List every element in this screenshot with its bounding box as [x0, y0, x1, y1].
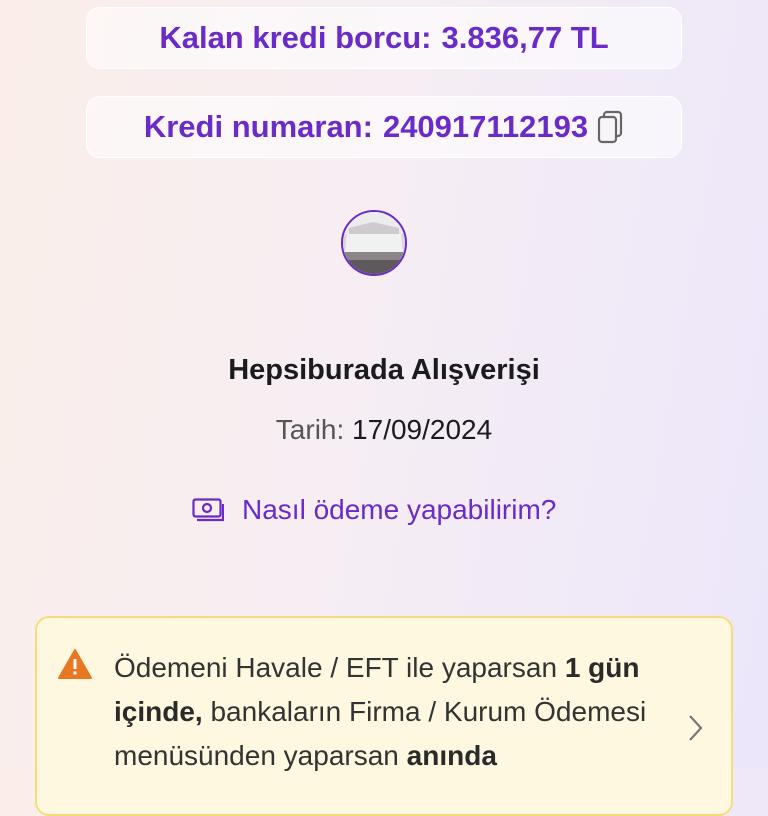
date-label: Tarih: — [275, 414, 345, 445]
remaining-balance-label: Kalan kredi borcu: — [159, 20, 432, 55]
warning-text: Ödemeni Havale / EFT ile yaparsan 1 gün … — [114, 652, 647, 771]
loan-number-value: 240917112193 — [382, 109, 589, 144]
how-to-pay-label: Nasıl ödeme yapabilirim? — [242, 494, 557, 525]
chevron-right-icon[interactable] — [687, 712, 705, 749]
loan-number-pill[interactable]: Kredi numaran: 240917112193 — [86, 96, 682, 158]
copy-icon[interactable] — [596, 110, 624, 144]
remaining-balance-value: 3.836,77 TL — [441, 20, 609, 55]
how-to-pay-link[interactable]: Nasıl ödeme yapabilirim? — [192, 494, 556, 526]
product-avatar — [341, 210, 407, 276]
payment-warning-card[interactable]: Ödemeni Havale / EFT ile yaparsan 1 gün … — [35, 616, 733, 816]
remaining-balance-pill: Kalan kredi borcu: 3.836,77 TL — [86, 7, 682, 69]
bed-product-image — [343, 212, 405, 274]
money-icon — [192, 498, 224, 522]
warning-icon — [57, 648, 93, 685]
purchase-date: Tarih: 17/09/2024 — [0, 414, 768, 446]
loan-number-label: Kredi numaran: — [143, 109, 373, 144]
merchant-name: Hepsiburada Alışverişi — [228, 354, 540, 386]
date-value: 17/09/2024 — [352, 414, 493, 445]
